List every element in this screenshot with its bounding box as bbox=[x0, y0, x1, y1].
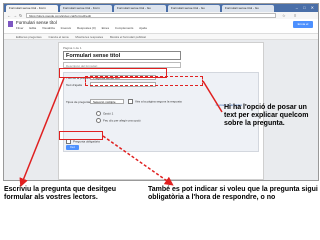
annotation-required: També es pot indicar si voleu que la pre… bbox=[148, 186, 318, 201]
done-button[interactable]: Fet bbox=[66, 145, 79, 150]
forward-icon[interactable]: → bbox=[13, 13, 17, 18]
toolbar-edit-questions[interactable]: Edita les preguntes bbox=[16, 35, 42, 39]
browser-tab[interactable]: Formulari sense títol - Go bbox=[168, 5, 220, 12]
annotation-write-question: Escriviu la pregunta que desitgeu formul… bbox=[4, 186, 117, 201]
browser-tab[interactable]: Formulari sense títol - Go bbox=[114, 5, 166, 12]
toolbar-view-live-form[interactable]: Mostra el formulari publicat bbox=[110, 35, 146, 39]
checkbox-icon bbox=[128, 99, 133, 104]
reload-icon[interactable]: ↻ bbox=[19, 13, 22, 18]
menu-bar: Fitxer Edita Visualitza Insereix Respost… bbox=[16, 26, 152, 30]
url-field[interactable]: https://docs.google.com/a/xtec.cat/forms… bbox=[26, 13, 276, 18]
option-label: Opció 1 bbox=[103, 111, 114, 116]
star-icon[interactable]: ☆ bbox=[282, 13, 286, 18]
menu-item[interactable]: Ajuda bbox=[139, 26, 147, 30]
back-icon[interactable]: ← bbox=[7, 13, 11, 18]
toolbar-view-responses[interactable]: Mostra les respostes bbox=[75, 35, 103, 39]
menu-item[interactable]: Visualitza bbox=[42, 26, 55, 30]
menu-item[interactable]: Complements bbox=[115, 26, 134, 30]
go-to-page-label: Vés a la pàgina segons la resposta bbox=[135, 99, 182, 104]
menu-icon[interactable]: ≡ bbox=[294, 13, 296, 18]
radio-icon bbox=[96, 111, 101, 116]
menu-item[interactable]: Eines bbox=[102, 26, 110, 30]
form-title-input[interactable]: Formulari sense títol bbox=[63, 51, 181, 60]
menu-item[interactable]: Edita bbox=[29, 26, 36, 30]
highlight-required bbox=[59, 131, 103, 140]
form-toolbar: Edita les preguntes Canvia el tema Mostr… bbox=[4, 34, 318, 40]
menu-item[interactable]: Respostes (0) bbox=[77, 26, 96, 30]
send-form-button[interactable]: Envia el formulari bbox=[293, 21, 313, 33]
doc-title[interactable]: Formulari sense títol bbox=[16, 20, 57, 25]
add-option-label: Feu clic per afegir una opció bbox=[103, 118, 141, 123]
browser-tabbar: Formulari sense títol - Form Formulari s… bbox=[4, 4, 318, 12]
add-option-row[interactable]: Feu clic per afegir una opció bbox=[96, 118, 141, 123]
forms-icon[interactable] bbox=[8, 21, 13, 27]
browser-tab[interactable]: Formulari sense títol - Form bbox=[6, 5, 58, 12]
annotation-help-text: Hi ha l'opció de posar un text per expli… bbox=[224, 104, 309, 127]
doc-header: Formulari sense títol Fitxer Edita Visua… bbox=[4, 19, 318, 34]
help-text-label: Text d'ajuda bbox=[66, 83, 82, 87]
toolbar-change-theme[interactable]: Canvia el tema bbox=[49, 35, 69, 39]
browser-tab[interactable]: Formulari sense títol - Go bbox=[222, 5, 274, 12]
question-type-label: Tipus de pregunta bbox=[66, 100, 91, 104]
window-controls[interactable]: – □ ✕ bbox=[296, 5, 316, 10]
go-to-page-checkbox[interactable]: Vés a la pàgina segons la resposta bbox=[128, 99, 182, 104]
menu-item[interactable]: Fitxer bbox=[16, 26, 24, 30]
page-label: Pàgina 1 de 1 bbox=[63, 46, 82, 50]
screenshot: Formulari sense títol - Form Formulari s… bbox=[3, 3, 319, 181]
question-type-select[interactable]: Selecció múltiple bbox=[90, 99, 124, 104]
radio-icon bbox=[96, 118, 101, 123]
menu-item[interactable]: Insereix bbox=[61, 26, 72, 30]
highlight-help-text bbox=[85, 76, 203, 86]
option-row[interactable]: Opció 1 bbox=[96, 111, 113, 116]
browser-tab[interactable]: Formulari sense títol - Form bbox=[60, 5, 112, 12]
